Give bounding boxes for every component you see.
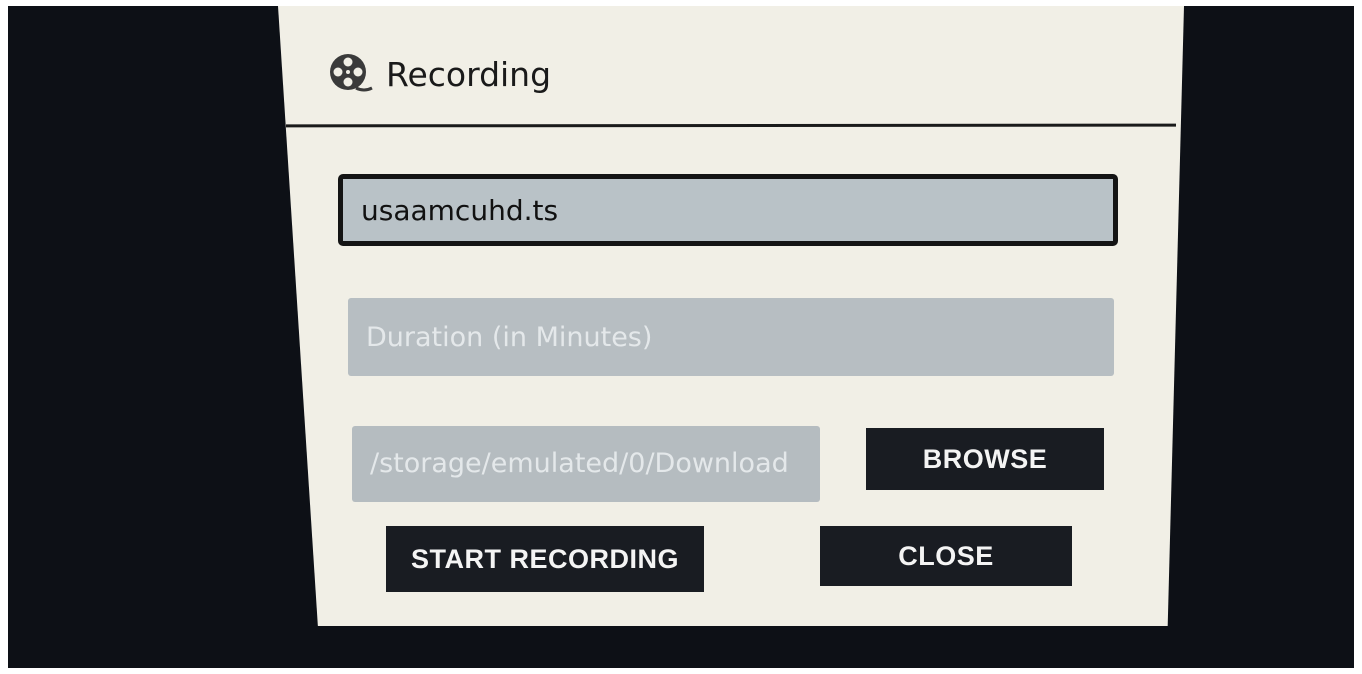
browse-button[interactable]: BROWSE bbox=[866, 428, 1104, 490]
close-button[interactable]: CLOSE bbox=[820, 526, 1072, 586]
tv-screen: Recording /storage/emulated/0/Download B… bbox=[8, 6, 1354, 668]
dialog-header: Recording bbox=[326, 46, 551, 102]
title-divider bbox=[285, 123, 1177, 128]
filename-input[interactable] bbox=[338, 174, 1118, 246]
start-recording-button[interactable]: START RECORDING bbox=[386, 526, 704, 592]
duration-input[interactable] bbox=[348, 298, 1114, 376]
save-path-field[interactable]: /storage/emulated/0/Download bbox=[352, 426, 820, 502]
recording-dialog: Recording /storage/emulated/0/Download B… bbox=[278, 6, 1184, 626]
film-reel-icon bbox=[330, 54, 373, 92]
dialog-title: Recording bbox=[386, 54, 552, 94]
